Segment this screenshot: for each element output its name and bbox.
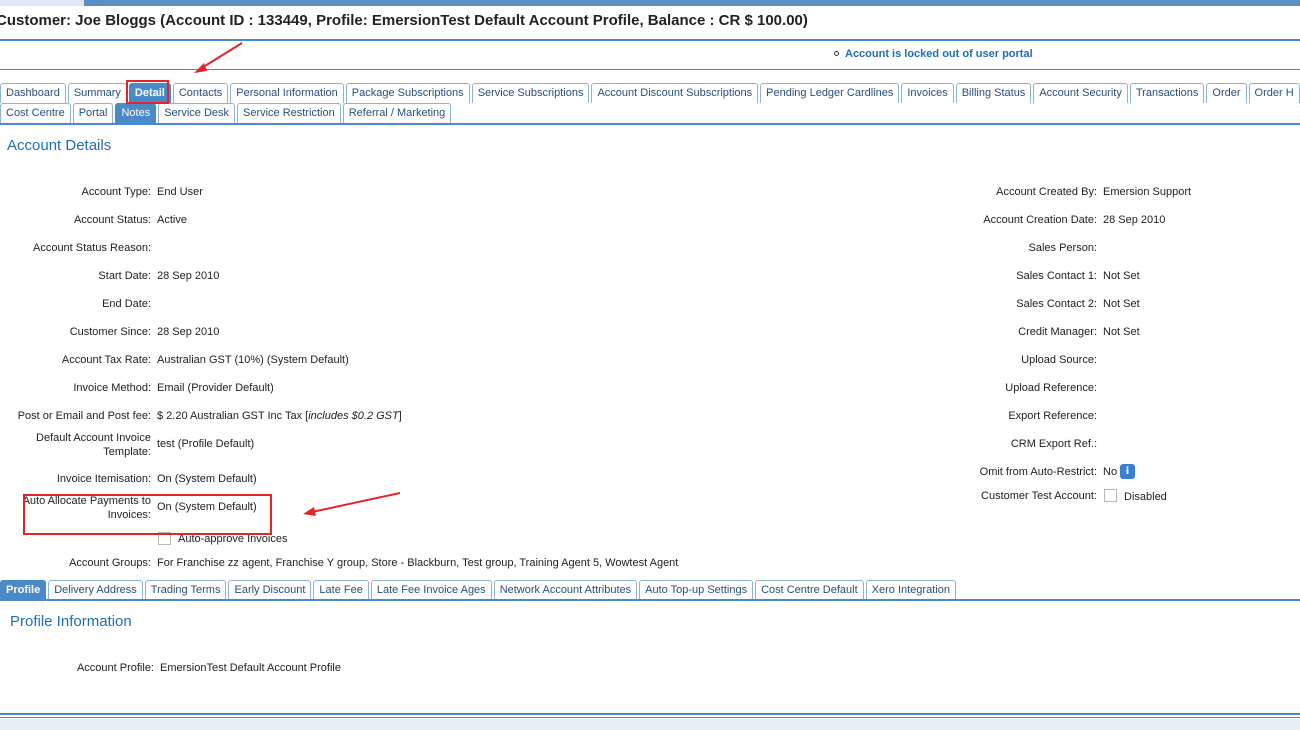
arrow-to-detail-tab bbox=[194, 42, 243, 73]
arrow-annotation bbox=[194, 42, 401, 516]
arrow-to-auto-allocate bbox=[303, 492, 401, 516]
